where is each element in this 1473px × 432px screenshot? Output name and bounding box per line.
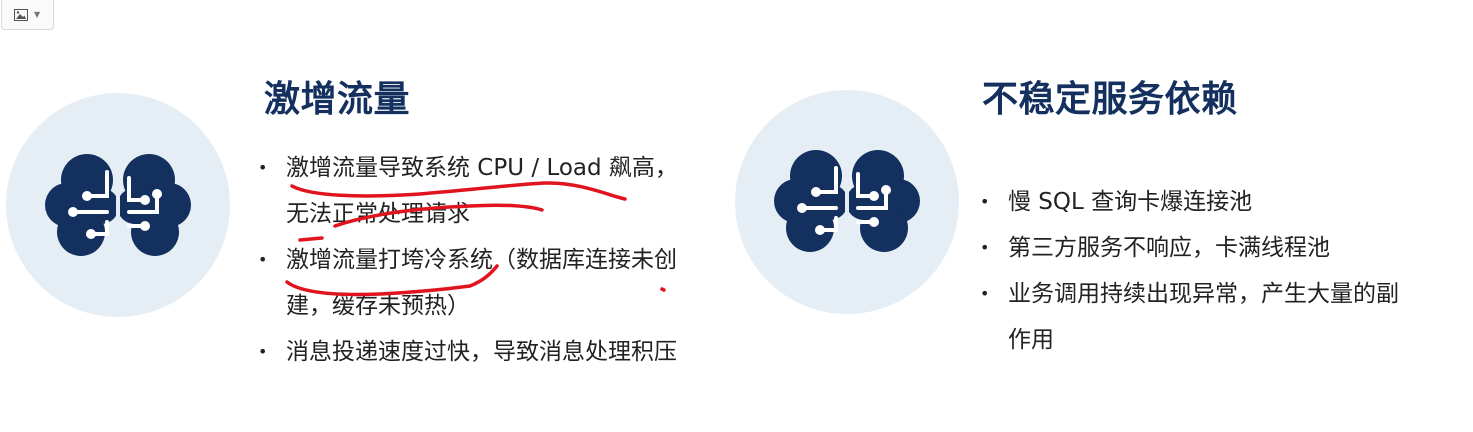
list-item: 消息投递速度过快，导致消息处理积压: [258, 329, 678, 375]
image-menu-button[interactable]: ▼: [1, 0, 54, 30]
list-item: 激增流量打垮冷系统（数据库连接未创建，缓存未预热）: [258, 237, 678, 329]
brain-circuit-icon: [45, 154, 191, 256]
chevron-down-icon: ▼: [34, 10, 41, 19]
list-item: 业务调用持续出现异常，产生大量的副作用: [980, 271, 1410, 363]
list-item: 激增流量导致系统 CPU / Load 飙高，无法正常处理请求: [258, 145, 678, 237]
brain-circuit-icon: [774, 150, 920, 252]
right-bullet-list: 慢 SQL 查询卡爆连接池 第三方服务不响应，卡满线程池 业务调用持续出现异常，…: [980, 179, 1410, 363]
right-title: 不稳定服务依赖: [982, 79, 1238, 120]
left-title: 激增流量: [264, 79, 411, 120]
image-icon: [14, 8, 28, 21]
list-item: 慢 SQL 查询卡爆连接池: [980, 179, 1410, 225]
left-bullet-list: 激增流量导致系统 CPU / Load 飙高，无法正常处理请求 激增流量打垮冷系…: [258, 145, 678, 375]
list-item: 第三方服务不响应，卡满线程池: [980, 225, 1410, 271]
